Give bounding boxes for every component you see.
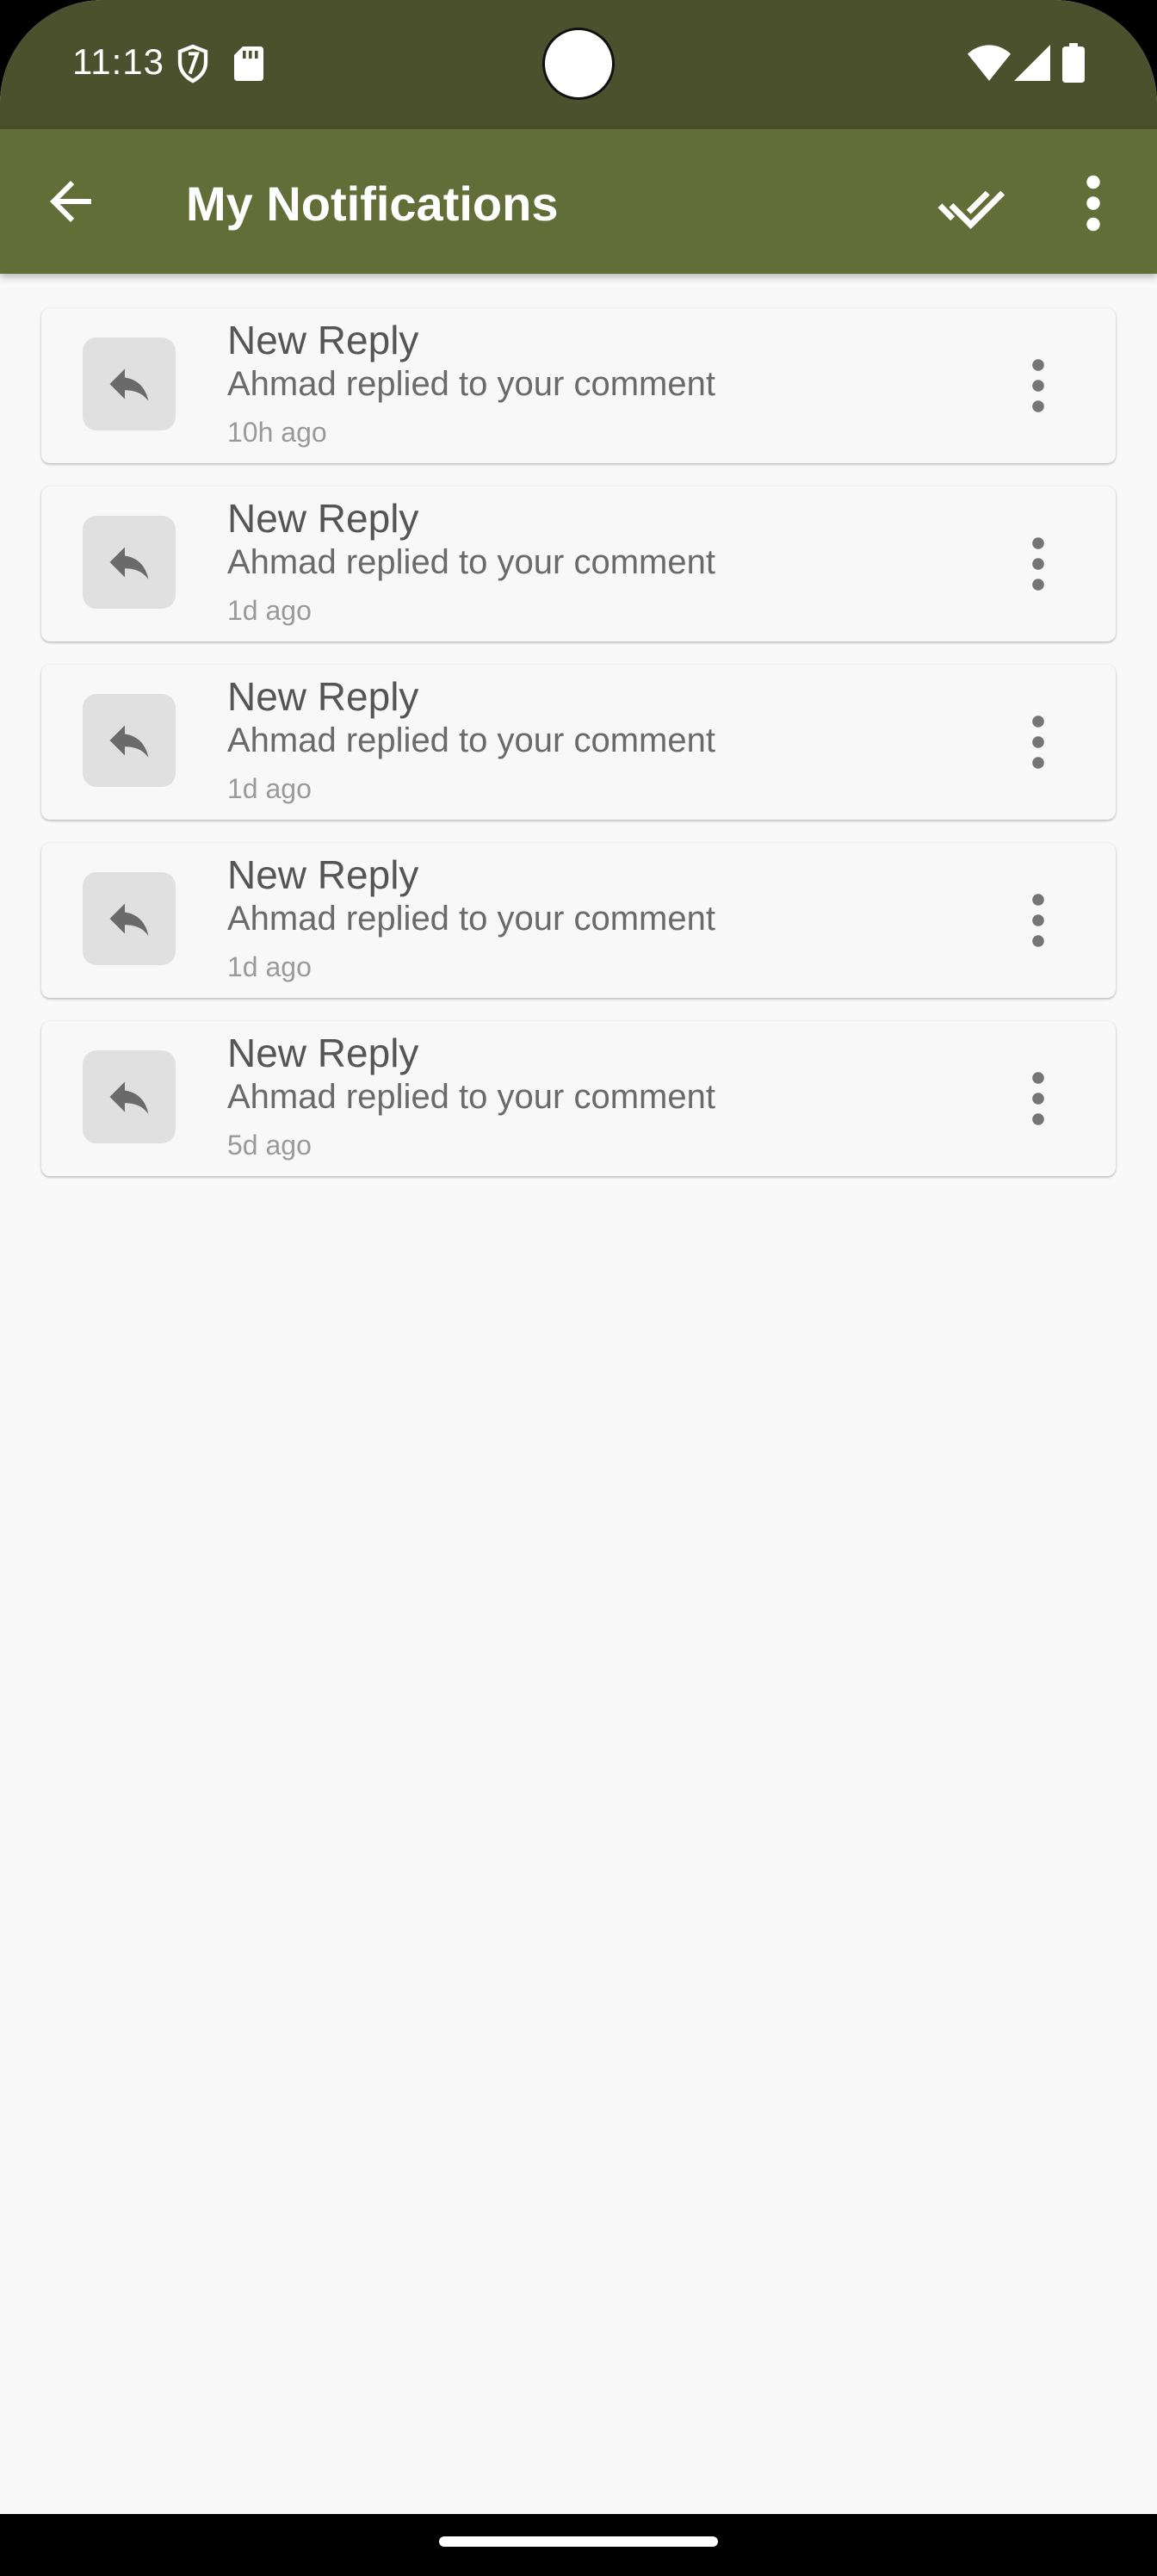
- notification-thumbnail: [83, 1050, 176, 1143]
- reply-icon: [109, 368, 149, 401]
- more-vert-icon[interactable]: [1018, 711, 1059, 773]
- screen: 11:13 My Notifications New Reply Ahmad r…: [0, 0, 1157, 2576]
- navigation-bar: [0, 2514, 1157, 2576]
- notification-time: 10h ago: [227, 417, 327, 448]
- front-camera: [542, 28, 615, 100]
- more-vert-icon[interactable]: [1018, 533, 1059, 595]
- notification-title: New Reply: [227, 318, 419, 362]
- reply-icon: [109, 903, 149, 936]
- notification-thumbnail: [83, 872, 176, 965]
- double-check-icon[interactable]: [935, 167, 1007, 239]
- reply-icon: [109, 547, 149, 579]
- notification-thumbnail: [83, 337, 176, 430]
- notification-thumbnail: [83, 694, 176, 787]
- sd-card-icon: [234, 46, 263, 81]
- more-vert-icon[interactable]: [1067, 167, 1119, 239]
- notification-time: 1d ago: [227, 951, 312, 982]
- app-bar: My Notifications: [0, 129, 1157, 274]
- wifi-icon: [968, 45, 1011, 81]
- home-gesture-handle[interactable]: [439, 2536, 718, 2547]
- notification-title: New Reply: [227, 496, 419, 541]
- status-time: 11:13: [72, 41, 164, 82]
- notification-body: Ahmad replied to your comment: [227, 365, 715, 403]
- notification-body: Ahmad replied to your comment: [227, 1078, 715, 1116]
- more-vert-icon[interactable]: [1018, 889, 1059, 951]
- more-vert-icon[interactable]: [1018, 355, 1059, 417]
- notification-card[interactable]: New Reply Ahmad replied to your comment …: [41, 486, 1116, 641]
- arrow-back-icon[interactable]: [40, 170, 102, 232]
- notification-time: 1d ago: [227, 595, 312, 626]
- notification-body: Ahmad replied to your comment: [227, 543, 715, 581]
- reply-icon: [109, 725, 149, 758]
- notification-time: 5d ago: [227, 1130, 312, 1161]
- notification-title: New Reply: [227, 852, 419, 897]
- vpn-shield-icon: [177, 44, 208, 84]
- status-bar: 11:13: [0, 0, 1157, 129]
- notification-card[interactable]: New Reply Ahmad replied to your comment …: [41, 1021, 1116, 1176]
- page-title: My Notifications: [186, 176, 559, 231]
- notification-time: 1d ago: [227, 773, 312, 804]
- notification-title: New Reply: [227, 1031, 419, 1075]
- notification-thumbnail: [83, 516, 176, 609]
- notification-body: Ahmad replied to your comment: [227, 900, 715, 938]
- more-vert-icon[interactable]: [1018, 1068, 1059, 1130]
- notification-title: New Reply: [227, 674, 419, 719]
- battery-icon: [1062, 43, 1085, 83]
- notification-card[interactable]: New Reply Ahmad replied to your comment …: [41, 843, 1116, 998]
- cell-signal-icon: [1014, 45, 1050, 81]
- notification-card[interactable]: New Reply Ahmad replied to your comment …: [41, 665, 1116, 820]
- notification-card[interactable]: New Reply Ahmad replied to your comment …: [41, 308, 1116, 463]
- notifications-list: New Reply Ahmad replied to your comment …: [41, 308, 1116, 1199]
- reply-icon: [109, 1081, 149, 1114]
- notification-body: Ahmad replied to your comment: [227, 721, 715, 759]
